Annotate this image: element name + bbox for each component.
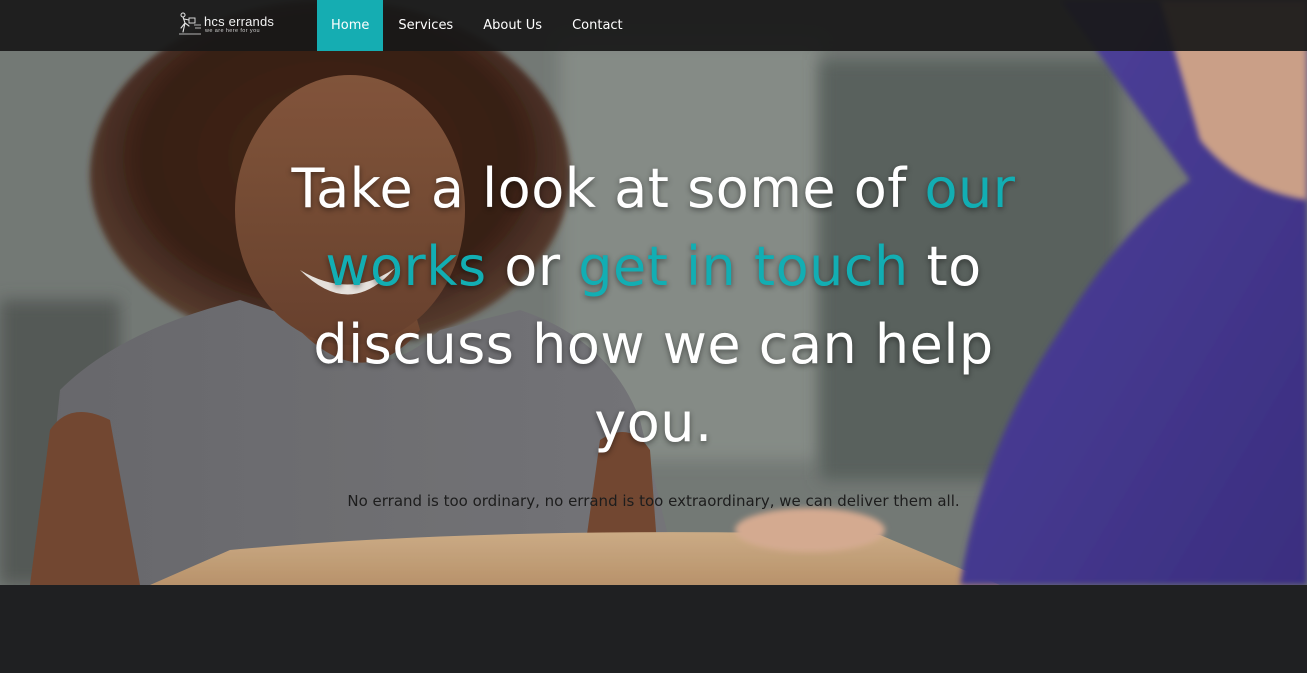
headline-text-1: Take a look at some of	[291, 157, 925, 220]
runner-with-package-icon	[179, 12, 201, 35]
nav-item-about-us[interactable]: About Us	[468, 0, 557, 51]
nav-item-contact[interactable]: Contact	[557, 0, 638, 51]
hero-content: Take a look at some of our works or get …	[0, 150, 1307, 510]
brand-name: hcs errands	[204, 14, 275, 29]
hero-subtext: No errand is too ordinary, no errand is …	[347, 492, 960, 510]
page: hcs errands we are here for you Home Ser…	[0, 0, 1307, 673]
nav-item-home[interactable]: Home	[317, 0, 384, 51]
nav-item-services[interactable]: Services	[383, 0, 468, 51]
main-nav: Home Services About Us Contact	[317, 0, 638, 51]
headline-text-2: or	[486, 235, 579, 298]
get-in-touch-link[interactable]: get in touch	[578, 235, 909, 298]
dark-section	[0, 585, 1307, 673]
top-navbar: hcs errands we are here for you Home Ser…	[0, 0, 1307, 51]
hero-headline: Take a look at some of our works or get …	[264, 150, 1044, 462]
brand-tagline: we are here for you	[205, 28, 260, 34]
brand-logo[interactable]: hcs errands we are here for you	[177, 11, 277, 39]
